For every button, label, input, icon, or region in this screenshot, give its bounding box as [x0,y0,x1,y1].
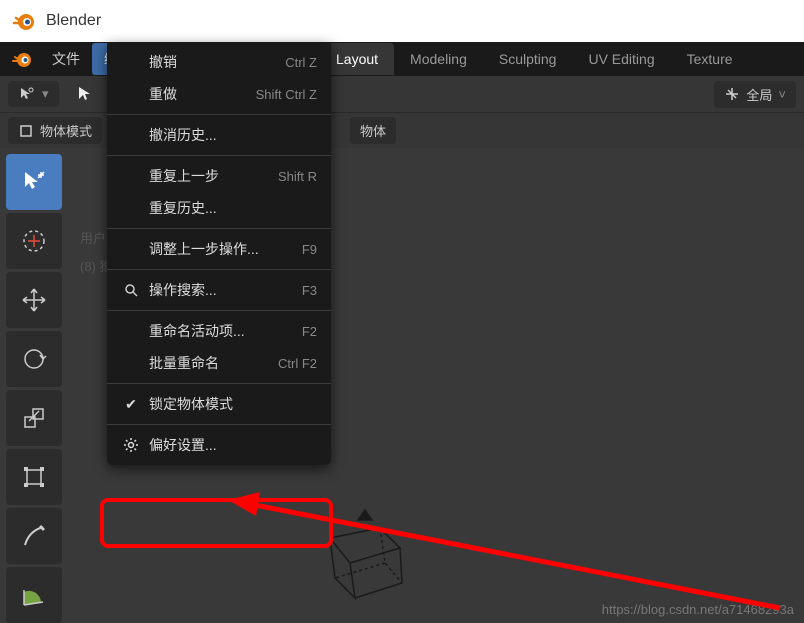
tool-annotate[interactable] [6,508,62,564]
cursor-icon [18,85,36,103]
tab-uv[interactable]: UV Editing [572,43,670,75]
search-icon [124,283,138,297]
menu-separator [107,383,331,384]
tool-move[interactable] [6,272,62,328]
tab-sculpting[interactable]: Sculpting [483,43,573,75]
cursor-mode-dropdown[interactable]: ▾ [8,81,59,107]
menu-separator [107,155,331,156]
tab-modeling[interactable]: Modeling [394,43,483,75]
menu-separator [107,114,331,115]
axis-icon [724,86,740,102]
menu-separator [107,310,331,311]
menu-repeat-history[interactable]: 重复历史... [107,192,331,224]
blender-icon[interactable] [10,47,34,71]
menu-file[interactable]: 文件 [40,43,92,75]
object-mode-icon [18,123,34,139]
menu-separator [107,228,331,229]
select-cursor-icon[interactable] [75,84,95,104]
tool-transform[interactable] [6,449,62,505]
menu-repeat-last[interactable]: 重复上一步Shift R [107,160,331,192]
watermark-text: https://blog.csdn.net/a71468293a [602,602,794,617]
app-area: 文件 编辑 渲染 窗口 帮助 Layout Modeling Sculpting… [0,42,804,623]
menu-undo-history[interactable]: 撤消历史... [107,119,331,151]
menu-rename-active[interactable]: 重命名活动项...F2 [107,315,331,347]
tool-select-box[interactable] [6,154,62,210]
transform-orientation-dropdown[interactable]: 全局 ˅ [714,81,796,108]
tool-measure[interactable] [6,567,62,623]
menu-redo[interactable]: 重做Shift Ctrl Z [107,78,331,110]
object-mode-dropdown[interactable]: 物体模式 [8,117,102,144]
menu-lock-object-mode[interactable]: ✔锁定物体模式 [107,388,331,420]
viewport-cube-wireframe [310,498,420,608]
menu-separator [107,424,331,425]
tab-texture[interactable]: Texture [671,43,749,75]
window-title: Blender [46,12,101,30]
tool-scale[interactable] [6,390,62,446]
menu-adjust-last[interactable]: 调整上一步操作...F9 [107,233,331,265]
menu-separator [107,269,331,270]
tool-cursor[interactable] [6,213,62,269]
workspace-tabs: Layout Modeling Sculpting UV Editing Tex… [320,43,749,75]
left-toolbar [6,154,62,623]
object-menu-button[interactable]: 物体 [350,117,396,144]
tool-rotate[interactable] [6,331,62,387]
window-title-bar: Blender [0,0,804,42]
menu-preferences[interactable]: 偏好设置... [107,429,331,461]
blender-logo-icon [12,9,36,33]
tab-layout[interactable]: Layout [320,43,394,75]
edit-dropdown-menu: 撤销Ctrl Z 重做Shift Ctrl Z 撤消历史... 重复上一步Shi… [107,42,331,465]
gear-icon [123,437,139,453]
menu-undo[interactable]: 撤销Ctrl Z [107,46,331,78]
menu-operator-search[interactable]: 操作搜索...F3 [107,274,331,306]
checkmark-icon: ✔ [121,396,141,413]
menu-batch-rename[interactable]: 批量重命名Ctrl F2 [107,347,331,379]
